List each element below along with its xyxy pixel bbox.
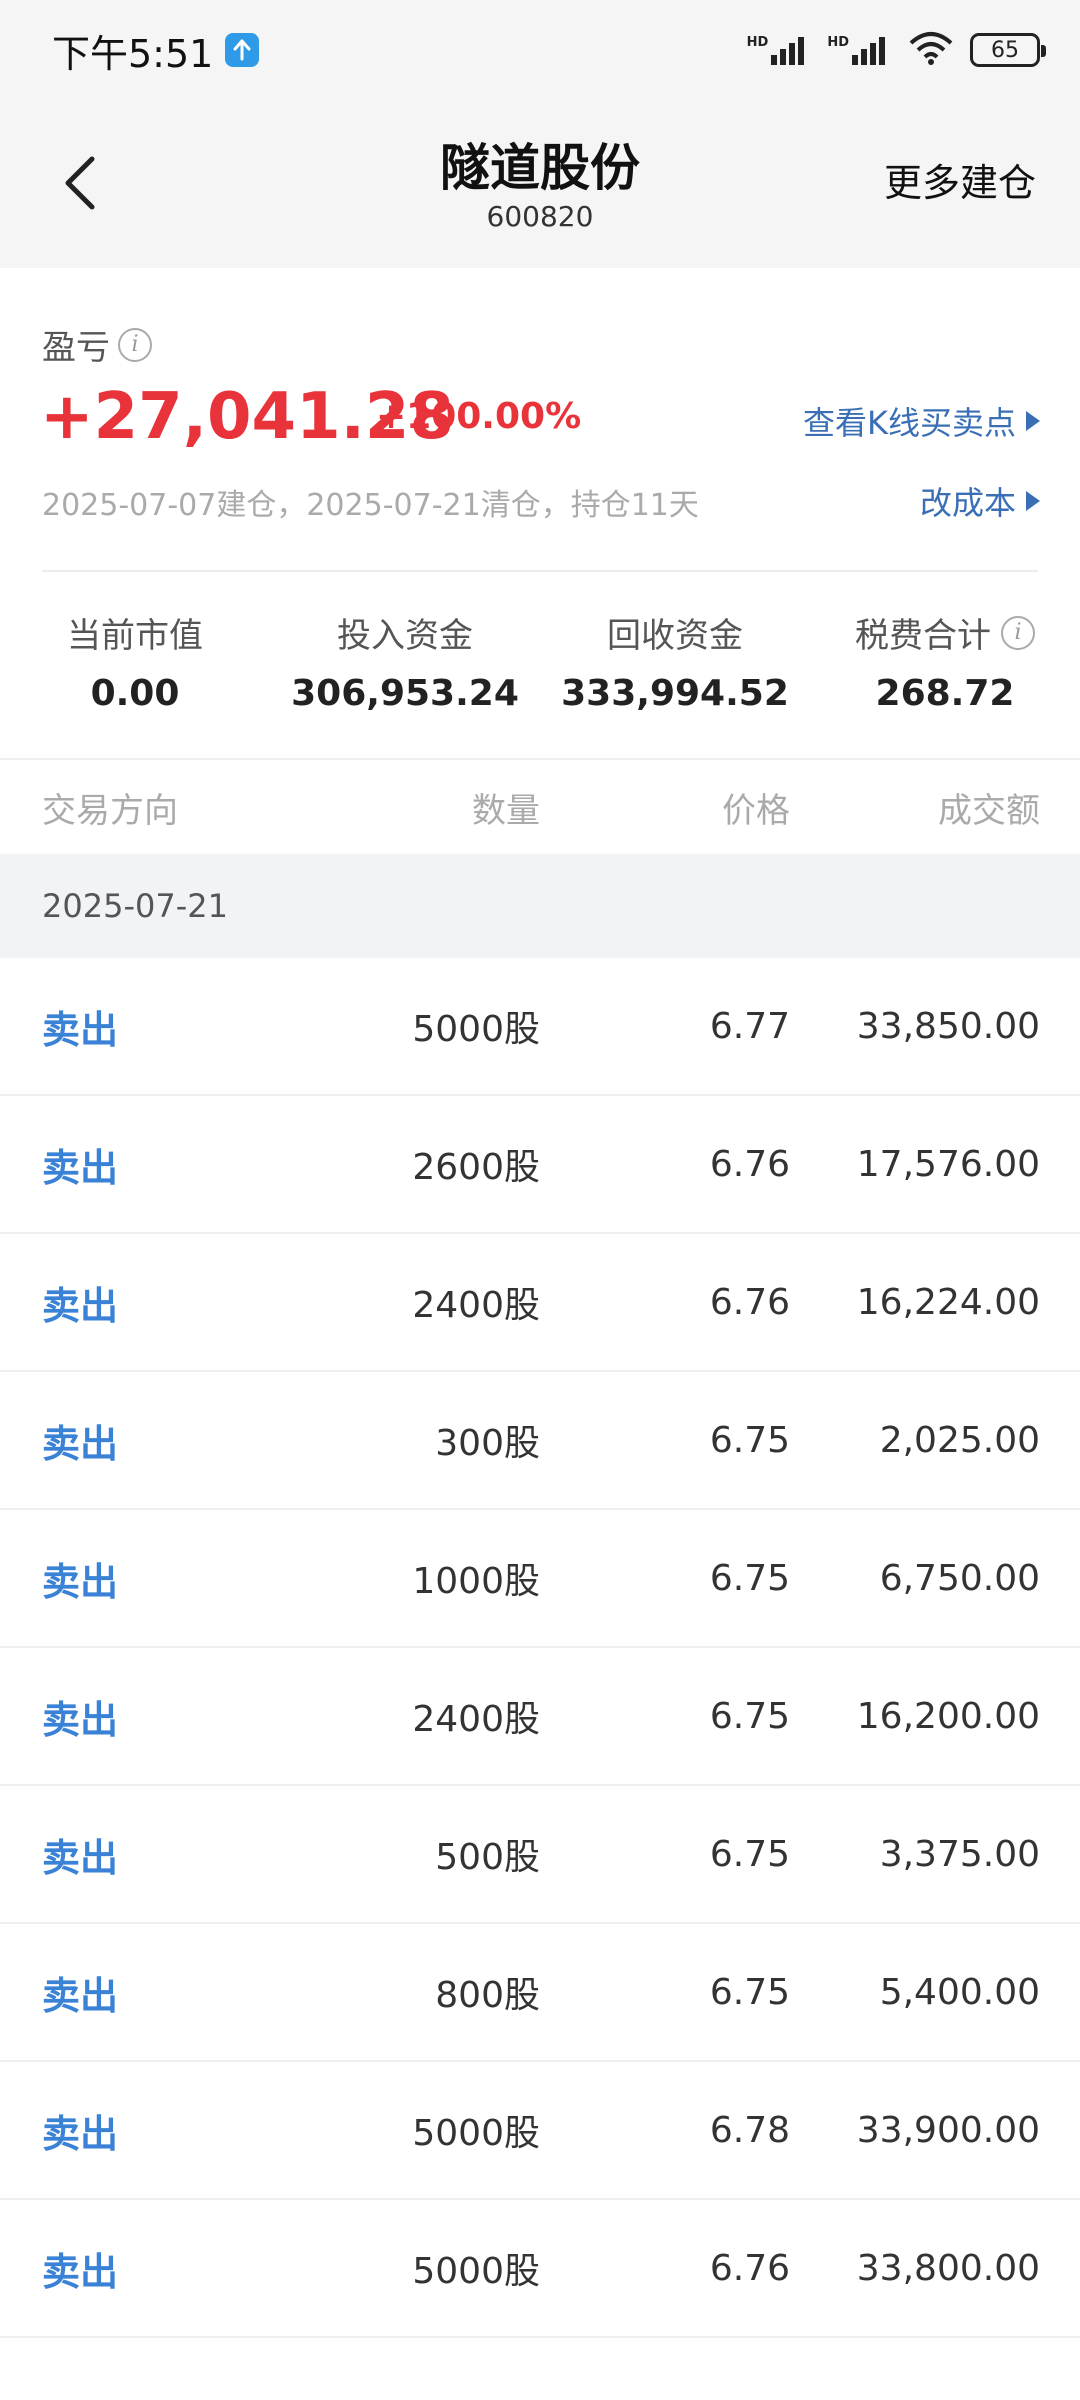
trade-amount: 17,576.00 [856,1143,1040,1185]
trade-amount: 6,750.00 [879,1557,1040,1599]
table-row[interactable]: 卖出 2400股 6.76 16,224.00 [0,1234,1080,1372]
stat-value: 333,994.52 [561,673,789,714]
header-direction: 交易方向 [42,790,178,831]
change-cost-label: 改成本 [919,484,1016,522]
trade-amount: 2,025.00 [879,1419,1040,1461]
header-price: 价格 [722,790,790,831]
kline-link[interactable]: 查看K线买卖点 [803,398,1040,444]
table-row[interactable]: 卖出 800股 6.75 5,400.00 [0,1924,1080,2062]
trade-quantity: 5000股 [412,1009,540,1050]
stat-invested: 投入资金 306,953.24 [270,608,540,714]
trade-quantity: 5000股 [412,2113,540,2154]
upload-icon [225,33,260,67]
trade-amount: 5,400.00 [879,1971,1040,2013]
header-amount: 成交额 [938,790,1040,831]
table-row[interactable]: 卖出 5000股 6.76 33,800.00 [0,2200,1080,2338]
trade-quantity: 1000股 [412,1561,540,1602]
trade-price: 6.76 [709,1143,790,1185]
trade-amount: 3,375.00 [879,1833,1040,1875]
trade-price: 6.75 [709,1971,790,2013]
stat-value: 306,953.24 [291,673,519,714]
trade-direction: 卖出 [42,1559,119,1604]
trade-price: 6.78 [709,2109,790,2151]
hd-label: HD [827,35,849,50]
trade-quantity: 300股 [435,1423,540,1464]
stat-label: 投入资金 [337,616,473,656]
stat-fees: 税费合计 i 268.72 [810,608,1080,714]
more-positions-button[interactable]: 更多建仓 [884,152,1036,207]
position-dates: 2025-07-07建仓，2025-07-21清仓，持仓11天 [42,488,699,523]
stat-recovered: 回收资金 333,994.52 [540,608,810,714]
info-icon[interactable]: i [1001,615,1035,650]
trade-amount: 16,224.00 [856,1281,1040,1323]
trade-price: 6.75 [709,1695,790,1737]
table-row[interactable]: 卖出 1000股 6.75 6,750.00 [0,1510,1080,1648]
pl-label: 盈亏 [42,328,110,368]
battery-icon: 65 [970,33,1046,67]
stat-value: 0.00 [90,673,180,714]
trade-direction: 卖出 [42,2111,119,2156]
trade-direction: 卖出 [42,1145,119,1190]
trade-price: 6.76 [709,2247,790,2289]
change-cost-link[interactable]: 改成本 [920,478,1040,524]
stat-label: 当前市值 [67,616,203,656]
hd-label: HD [746,35,769,50]
table-row[interactable]: 卖出 300股 6.75 2,025.00 [0,1372,1080,1510]
trade-quantity: 800股 [435,1975,540,2016]
trade-direction: 卖出 [42,1421,119,1466]
stat-label: 税费合计 [855,616,991,656]
stat-label: 回收资金 [607,616,743,656]
wifi-icon [908,31,954,69]
trade-direction: 卖出 [42,1835,119,1880]
trade-price: 6.75 [709,1833,790,1875]
trade-amount: 33,900.00 [856,2109,1040,2151]
trade-list: 卖出 5000股 6.77 33,850.00 卖出 2600股 6.76 17… [0,958,1080,2338]
table-row[interactable]: 卖出 500股 6.75 3,375.00 [0,1786,1080,1924]
trade-amount: 16,200.00 [856,1695,1040,1737]
divider [42,570,1038,572]
stat-value: 268.72 [875,673,1015,714]
trade-direction: 卖出 [42,1973,119,2018]
header-quantity: 数量 [472,790,540,831]
kline-link-label: 查看K线买卖点 [803,404,1016,442]
trade-direction: 卖出 [42,1007,119,1052]
trade-quantity: 2400股 [412,1285,540,1326]
signal-1-icon: HD [747,35,812,65]
trade-quantity: 500股 [435,1837,540,1878]
info-icon[interactable]: i [118,327,152,362]
trade-quantity: 2600股 [412,1147,540,1188]
trade-direction: 卖出 [42,1283,119,1328]
triangle-right-icon [1026,491,1040,511]
trade-price: 6.77 [709,1005,790,1047]
summary-panel: 盈亏 i +27,041.28 +100.00% 查看K线买卖点 2025-07… [0,268,1080,758]
trade-price: 6.75 [709,1419,790,1461]
table-row[interactable]: 卖出 2600股 6.76 17,576.00 [0,1096,1080,1234]
stat-market-value: 当前市值 0.00 [0,608,270,714]
battery-level: 65 [991,37,1019,63]
stats-row: 当前市值 0.00 投入资金 306,953.24 回收资金 333,994.5… [0,608,1080,714]
table-row[interactable]: 卖出 5000股 6.77 33,850.00 [0,958,1080,1096]
table-header: 交易方向 数量 价格 成交额 [0,758,1080,854]
date-group-header: 2025-07-21 [0,854,1080,958]
pl-percent: +100.00% [376,396,582,437]
status-time: 下午5:51 [52,31,214,76]
trade-amount: 33,850.00 [856,1005,1040,1047]
status-bar: 下午5:51 HD HD 65 [0,0,1080,100]
triangle-right-icon [1026,411,1040,431]
trade-quantity: 5000股 [412,2251,540,2292]
trade-price: 6.75 [709,1557,790,1599]
table-row[interactable]: 卖出 5000股 6.78 33,900.00 [0,2062,1080,2200]
trade-amount: 33,800.00 [856,2247,1040,2289]
signal-2-icon: HD [827,35,892,65]
trade-quantity: 2400股 [412,1699,540,1740]
table-row[interactable]: 卖出 2400股 6.75 16,200.00 [0,1648,1080,1786]
trade-direction: 卖出 [42,1697,119,1742]
trade-direction: 卖出 [42,2249,119,2294]
nav-bar: 隧道股份 600820 更多建仓 [0,100,1080,268]
trade-price: 6.76 [709,1281,790,1323]
